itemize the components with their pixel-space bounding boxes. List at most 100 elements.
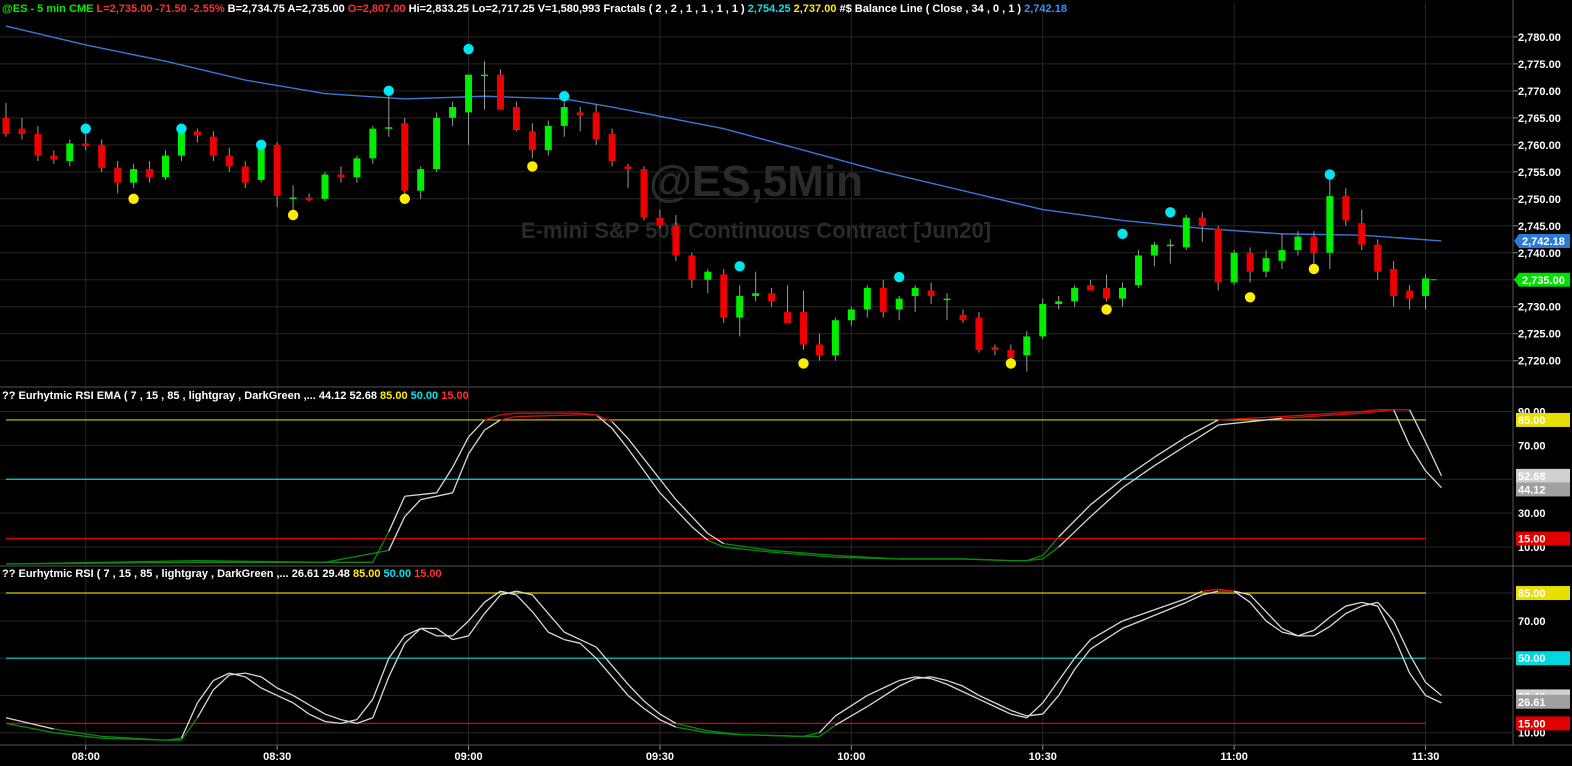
time-axis-tick: 09:00 — [454, 751, 482, 763]
rsi-series-segment — [547, 613, 565, 633]
rsi-ema-series-segment — [1409, 409, 1427, 443]
rsi-ema-series-segment — [5, 561, 198, 565]
rsi-ema-series-segment — [1154, 436, 1187, 458]
candle-up — [369, 125, 377, 164]
candle-down — [991, 344, 999, 356]
rsi-value-2: 29.48 — [322, 568, 353, 580]
rsi-ema-series-segment — [1409, 445, 1427, 472]
watermark-description: E-mini S&P 500 Continuous Contract [Jun2… — [521, 218, 991, 243]
rsi-series-segment — [484, 594, 501, 614]
rsi-series-segment — [244, 676, 262, 689]
rsi-level-low-badge: 15.00 — [1518, 718, 1546, 730]
candle-body — [289, 197, 297, 199]
rsi-series-segment — [1393, 635, 1411, 674]
candle-up — [752, 271, 760, 302]
candle-body — [321, 174, 329, 199]
candle-body — [369, 128, 377, 159]
candle-body — [225, 155, 233, 167]
rsi-series-segment — [515, 594, 533, 613]
candle-body — [1246, 252, 1254, 272]
fractal-up-dot — [176, 123, 187, 134]
rsi-ema-series-segment — [643, 458, 661, 480]
price-axis-tick: 2,780.00 — [1518, 32, 1561, 44]
fractal-down-dot — [527, 161, 538, 172]
header-fractal-up: 2,754.25 — [748, 3, 794, 15]
time-axis-tick: 11:00 — [1220, 751, 1248, 763]
rsi-series-segment — [1249, 601, 1267, 622]
rsi-series-segment — [563, 631, 581, 641]
header-high: Hi=2,833.25 — [409, 3, 472, 15]
rsi-series-segment — [1090, 627, 1123, 650]
price-axis-tick: 2,755.00 — [1518, 167, 1561, 179]
candle-body — [114, 167, 122, 183]
fractal-up-dot — [383, 85, 394, 97]
candle-down — [656, 209, 664, 229]
rsi-series-segment — [1122, 614, 1155, 630]
rsi-series-segment — [356, 717, 374, 724]
candle-body — [481, 74, 488, 77]
candle-down — [800, 290, 807, 350]
candle-up — [560, 101, 568, 137]
rsi-pane-header: ?? Eurhytmic RSI ( 7 , 15 , 85 , lightgr… — [2, 568, 442, 580]
rsi-series-segment — [627, 683, 645, 702]
header-open: O=2,807.00 — [348, 3, 409, 15]
rsi-series-segment — [1393, 620, 1411, 655]
rsi-series-segment — [627, 694, 645, 709]
candle-body — [18, 128, 26, 135]
rsi-ema-series-segment — [643, 470, 661, 494]
candle-up — [831, 317, 839, 361]
candle-body — [959, 314, 967, 321]
candle-body — [576, 112, 584, 116]
rsi-series-segment — [1122, 609, 1155, 622]
rsi-series-segment — [1425, 681, 1442, 696]
rsi-series-segment — [308, 704, 326, 715]
candle-body — [640, 169, 648, 218]
rsi-series-segment — [1058, 669, 1076, 696]
candle-down — [34, 125, 42, 162]
price-pane-header: @ES - 5 min CME L=2,735.00 -71.50 -2.55%… — [2, 3, 1067, 15]
rsi-ema-series-segment — [707, 539, 725, 548]
candle-down — [1310, 231, 1318, 267]
candle-down — [927, 282, 935, 305]
rsi-series-segment — [611, 676, 629, 696]
candle-body — [465, 74, 473, 113]
rsi-series-segment — [1425, 694, 1442, 704]
candle-body — [305, 197, 313, 201]
candle-up — [1119, 282, 1126, 307]
rsi-series-segment — [404, 627, 422, 644]
candle-body — [401, 123, 409, 191]
rsi-series-segment — [994, 706, 1012, 715]
candle-up — [544, 120, 552, 156]
header-change: -71.50 — [156, 3, 190, 15]
rsi-ema-label: ?? Eurhytmic RSI EMA ( 7 , 15 , 85 , lig… — [2, 390, 319, 402]
rsi-series-segment — [468, 601, 485, 622]
chart-canvas[interactable]: 2,720.00 2,725.00 2,730.00 2,735.00 2,740.00… — [0, 0, 1572, 766]
rsi-ema-series-segment — [691, 516, 709, 534]
header-volume: V=1,580,993 — [538, 3, 604, 15]
candle-down — [576, 107, 584, 132]
candle-body — [82, 143, 90, 147]
rsi-series-segment — [548, 631, 565, 641]
candle-body — [1390, 268, 1398, 296]
fractal-up-dot — [256, 139, 267, 151]
candle-body — [943, 298, 951, 301]
price-axis-tick: 2,720.00 — [1518, 356, 1561, 368]
rsi-series-segment — [1074, 648, 1092, 670]
candle-body — [193, 131, 201, 136]
candle-body — [273, 144, 281, 197]
price-axis-tick: 2,730.00 — [1518, 302, 1561, 314]
candle-body — [1071, 287, 1079, 302]
header-change-pct: -2.55% — [190, 3, 228, 15]
rsi-series-segment — [276, 694, 294, 704]
price-axis-tick: 2,745.00 — [1518, 221, 1561, 233]
candle-up — [1326, 177, 1334, 269]
rsi-ema-series-segment — [595, 414, 613, 423]
rsi-series-segment — [867, 679, 900, 697]
time-axis-tick: 08:30 — [263, 751, 291, 763]
rsi-series-segment — [196, 689, 214, 719]
candle-down — [608, 128, 616, 167]
candle-up — [1262, 250, 1270, 278]
candle-up — [1055, 295, 1063, 310]
rsi-ema-series-segment — [627, 448, 645, 472]
balance-price-badge: 2,742.18 — [1522, 236, 1565, 248]
